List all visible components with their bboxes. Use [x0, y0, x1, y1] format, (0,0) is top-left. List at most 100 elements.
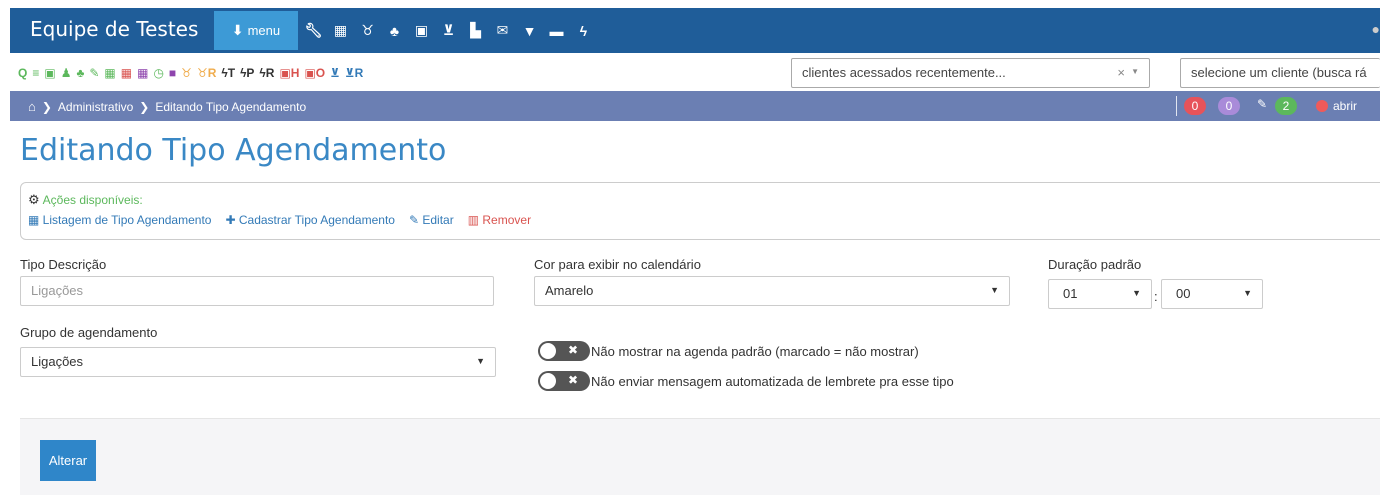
calendar-icon[interactable]: ▦	[327, 22, 354, 39]
monitor-icon[interactable]: ▬	[543, 23, 570, 39]
cart-icon[interactable]: ⊻	[435, 22, 462, 39]
list-link[interactable]: ▦ Listagem de Tipo Agendamento	[28, 213, 211, 227]
status-dot-icon	[1316, 100, 1328, 112]
badge-red[interactable]: 0	[1184, 97, 1206, 115]
create-link-label: Cadastrar Tipo Agendamento	[238, 213, 395, 227]
gears-icon: ⚙	[28, 192, 40, 207]
cor-select[interactable]: Amarelo ▼	[534, 276, 1010, 306]
menu-button[interactable]: ⬇ menu	[214, 11, 298, 50]
stethoscope-icon[interactable]: ♉	[354, 22, 381, 39]
bolt-p-icon[interactable]: ϟP	[240, 66, 254, 80]
divider	[1176, 96, 1177, 116]
duracao-separator: :	[1154, 289, 1158, 304]
table-icon: ▦	[28, 213, 43, 227]
money-icon[interactable]: ▣	[408, 22, 435, 39]
toggle-mensagem-switch[interactable]: ✖	[538, 371, 590, 391]
toggle-knob	[540, 373, 556, 389]
money-icon[interactable]: ▣	[44, 66, 55, 80]
bolt-icon[interactable]: ϟ	[570, 23, 597, 39]
chevron-right-icon: ❯	[139, 99, 150, 114]
breadcrumb: ⌂ ❯ Administrativo ❯ Editando Tipo Agend…	[10, 91, 1380, 121]
actions-panel: ⚙ Ações disponíveis: ▦ Listagem de Tipo A…	[20, 182, 1380, 240]
plus-icon: ✚	[225, 213, 239, 227]
settings-icon[interactable]: ●	[1372, 21, 1380, 37]
pencil-icon[interactable]: ✎	[89, 66, 99, 80]
duracao-minutes-select[interactable]: 00 ▼	[1161, 279, 1263, 309]
toggle-knob	[540, 343, 556, 359]
users-icon[interactable]: ♣	[381, 23, 408, 39]
home-icon[interactable]: ⌂	[28, 99, 36, 114]
pencil-icon: ✎	[408, 213, 423, 227]
remove-link[interactable]: ▥ Remover	[468, 213, 531, 227]
brand-title[interactable]: Equipe de Testes	[30, 17, 198, 41]
arrow-down-icon: ⬇	[231, 22, 244, 38]
chevron-down-icon: ▼	[1131, 67, 1139, 76]
badge-green[interactable]: 2	[1275, 97, 1297, 115]
list-link-label: Listagem de Tipo Agendamento	[42, 213, 212, 227]
page-title: Editando Tipo Agendamento	[20, 133, 447, 168]
close-icon: ✖	[568, 373, 579, 387]
tipo-descricao-input[interactable]: Ligações	[20, 276, 494, 306]
edit-link[interactable]: ✎ Editar	[409, 213, 454, 227]
list-icon[interactable]: ≡	[32, 66, 39, 80]
cart-r-icon[interactable]: ⊻R	[345, 66, 363, 80]
stethoscope-r-icon[interactable]: ♉R	[197, 66, 216, 80]
filter-icon[interactable]: ▼	[516, 23, 543, 39]
bolt-t-icon[interactable]: ϟT	[221, 66, 235, 80]
cart-icon[interactable]: ⊻	[330, 66, 340, 80]
calendar-icon[interactable]: ▦	[104, 66, 115, 80]
recent-clients-value: clientes acessados recentemente...	[802, 65, 1006, 80]
money-h-icon[interactable]: ▣H	[279, 66, 299, 80]
calendar-purple-icon[interactable]: ▦	[137, 66, 148, 80]
user-icon[interactable]: ♟	[61, 66, 72, 80]
chevron-right-icon: ❯	[41, 99, 52, 114]
stethoscope-icon[interactable]: ♉	[181, 66, 192, 80]
grupo-value: Ligações	[31, 354, 84, 369]
quick-icon-row: Q ≡ ▣ ♟ ♣ ✎ ▦ ▦ ▦ ◷ ■ ♉ ♉R ϟT ϟP ϟR ▣H ▣O ⊻ ⊻R	[18, 63, 368, 83]
toggle-agenda-switch[interactable]: ✖	[538, 341, 590, 361]
toggle-row-mensagem: ✖ Não enviar mensagem automatizada de le…	[538, 371, 954, 391]
quick-toolbar: Q ≡ ▣ ♟ ♣ ✎ ▦ ▦ ▦ ◷ ■ ♉ ♉R ϟT ϟP ϟR ▣H ▣O ⊻ ⊻R clientes ace…	[10, 55, 1380, 91]
open-link[interactable]: abrir	[1333, 99, 1357, 113]
grupo-select[interactable]: Ligações ▼	[20, 347, 496, 377]
bolt-r-icon[interactable]: ϟR	[259, 66, 274, 80]
form-footer: Alterar	[20, 418, 1380, 495]
search-icon[interactable]: Q	[18, 66, 27, 80]
badge-purple[interactable]: 0	[1218, 97, 1240, 115]
breadcrumb-item-current: Editando Tipo Agendamento	[155, 99, 307, 114]
menu-label: menu	[247, 23, 281, 38]
main-navbar: Equipe de Testes ⬇ menu 🔧︎ ▦ ♉ ♣ ▣ ⊻ ▙ ✉…	[10, 8, 1380, 53]
remove-link-label: Remover	[482, 213, 532, 227]
file-icon[interactable]: ▙	[462, 22, 489, 39]
clear-icon[interactable]: ×	[1117, 65, 1125, 80]
client-search-select[interactable]: selecione um cliente (busca rá	[1180, 58, 1380, 88]
calendar-red-icon[interactable]: ▦	[121, 66, 132, 80]
actions-title-label: Ações disponíveis:	[42, 193, 143, 207]
money-o-icon[interactable]: ▣O	[304, 66, 325, 80]
submit-button[interactable]: Alterar	[40, 440, 96, 481]
breadcrumb-item-administrativo[interactable]: Administrativo	[58, 100, 133, 114]
grupo-label: Grupo de agendamento	[20, 325, 158, 340]
duracao-hours-value: 01	[1063, 286, 1078, 301]
wrench-icon[interactable]: 🔧︎	[300, 22, 327, 39]
users-icon[interactable]: ♣	[76, 66, 84, 80]
recent-clients-select[interactable]: clientes acessados recentemente... × ▼	[791, 58, 1150, 88]
actions-title: ⚙ Ações disponíveis:	[28, 192, 143, 208]
close-icon: ✖	[568, 343, 579, 357]
edit-link-label: Editar	[422, 213, 454, 227]
envelope-icon[interactable]: ✉	[489, 22, 516, 39]
chevron-down-icon: ▼	[476, 356, 485, 366]
duracao-hours-select[interactable]: 01 ▼	[1048, 279, 1152, 309]
chevron-down-icon: ▼	[1243, 288, 1252, 298]
create-link[interactable]: ✚ Cadastrar Tipo Agendamento	[225, 213, 395, 227]
bookmark-icon[interactable]: ■	[169, 66, 176, 80]
duracao-minutes-value: 00	[1176, 286, 1191, 301]
trash-icon: ▥	[467, 213, 483, 227]
chevron-down-icon: ▼	[990, 285, 999, 295]
clock-icon[interactable]: ◷	[153, 66, 163, 80]
pencil-icon[interactable]: ✎	[1257, 97, 1267, 111]
chevron-down-icon: ▼	[1132, 288, 1141, 298]
tipo-descricao-label: Tipo Descrição	[20, 257, 107, 272]
nav-icon-bar: 🔧︎ ▦ ♉ ♣ ▣ ⊻ ▙ ✉ ▼ ▬ ϟ	[300, 8, 597, 53]
cor-value: Amarelo	[545, 283, 594, 298]
